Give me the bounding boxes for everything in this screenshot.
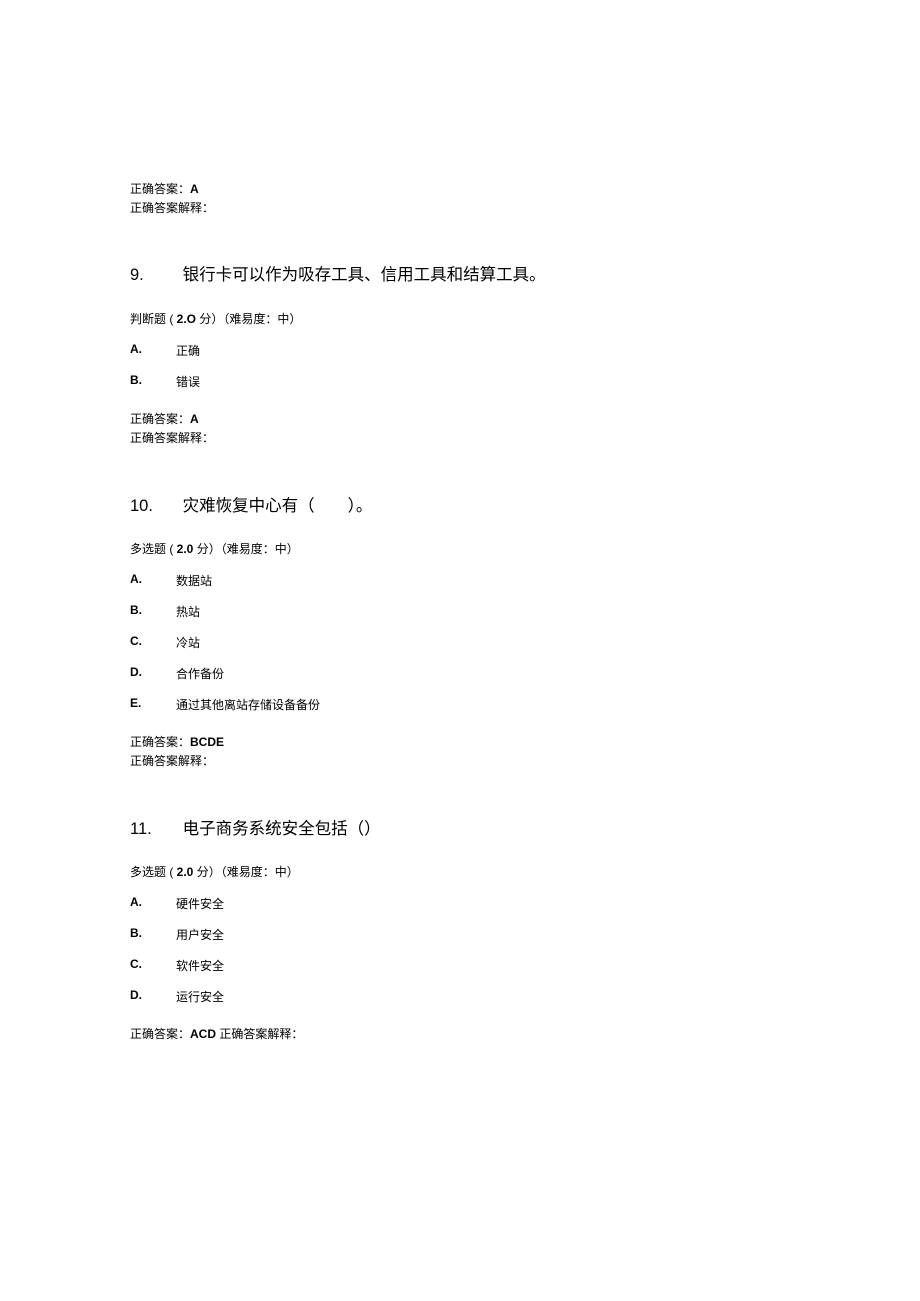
question-11: 11. 电子商务系统安全包括（） 多选题 ( 2.0 分）（难易度：中） A. … <box>130 817 790 1045</box>
question-text: 银行卡可以作为吸存工具、信用工具和结算工具。 <box>183 266 546 284</box>
question-10: 10. 灾难恢复中心有（ ）。 多选题 ( 2.0 分）（难易度：中） A. 数… <box>130 494 790 772</box>
question-meta: 判断题 ( 2.O 分）（难易度：中） <box>130 310 790 327</box>
options-list: A. 硬件安全 B. 用户安全 C. 软件安全 D. 运行安全 <box>130 895 790 1005</box>
document-page: 正确答案：A 正确答案解释： 9. 银行卡可以作为吸存工具、信用工具和结算工具。… <box>0 0 920 1190</box>
option-row: C. 冷站 <box>130 634 790 651</box>
answer-block: 正确答案：BCDE 正确答案解释： <box>130 733 790 771</box>
question-meta: 多选题 ( 2.0 分）（难易度：中） <box>130 540 790 557</box>
explain-prefix: 正确答案解释： <box>130 201 214 215</box>
answer-value: ACD <box>190 1027 216 1041</box>
option-row: D. 合作备份 <box>130 665 790 682</box>
meta-points: 2.0 <box>173 865 196 879</box>
option-text: 用户安全 <box>176 926 224 943</box>
answer-prefix: 正确答案： <box>130 735 190 749</box>
question-number: 10. <box>130 494 178 519</box>
option-row: D. 运行安全 <box>130 988 790 1005</box>
option-letter: E. <box>130 696 176 713</box>
meta-points: 2.O <box>173 312 199 326</box>
question-text: 灾难恢复中心有（ ）。 <box>183 497 373 515</box>
option-letter: B. <box>130 926 176 943</box>
option-text: 软件安全 <box>176 957 224 974</box>
option-text: 合作备份 <box>176 665 224 682</box>
option-letter: A. <box>130 895 176 912</box>
explain-prefix-inline: 正确答案解释： <box>216 1027 303 1041</box>
option-letter: B. <box>130 373 176 390</box>
question-meta: 多选题 ( 2.0 分）（难易度：中） <box>130 863 790 880</box>
correct-answer-explain-line: 正确答案解释： <box>130 429 790 448</box>
option-text: 正确 <box>176 342 200 359</box>
option-text: 运行安全 <box>176 988 224 1005</box>
option-row: B. 错误 <box>130 373 790 390</box>
option-row: C. 软件安全 <box>130 957 790 974</box>
option-text: 冷站 <box>176 634 200 651</box>
meta-suffix: 分）（难易度：中） <box>197 865 299 879</box>
answer-block-inline: 正确答案：ACD 正确答案解释： <box>130 1025 790 1044</box>
option-row: A. 数据站 <box>130 572 790 589</box>
option-letter: C. <box>130 957 176 974</box>
meta-open: 多选题 ( <box>130 542 173 556</box>
question-title: 9. 银行卡可以作为吸存工具、信用工具和结算工具。 <box>130 263 790 288</box>
option-row: B. 用户安全 <box>130 926 790 943</box>
question-9: 9. 银行卡可以作为吸存工具、信用工具和结算工具。 判断题 ( 2.O 分）（难… <box>130 263 790 448</box>
option-letter: B. <box>130 603 176 620</box>
explain-prefix: 正确答案解释： <box>130 431 214 445</box>
option-text: 通过其他离站存储设备备份 <box>176 696 320 713</box>
answer-value: A <box>190 182 199 196</box>
question-number: 9. <box>130 263 178 288</box>
meta-suffix: 分）（难易度：中） <box>199 312 301 326</box>
answer-block: 正确答案：A 正确答案解释： <box>130 410 790 448</box>
answer-value: BCDE <box>190 735 224 749</box>
correct-answer-line: 正确答案：A <box>130 410 790 429</box>
correct-answer-explain-line: 正确答案解释： <box>130 199 790 218</box>
correct-answer-explain-line: 正确答案解释： <box>130 752 790 771</box>
answer-prefix: 正确答案： <box>130 1027 190 1041</box>
answer-block-top: 正确答案：A 正确答案解释： <box>130 180 790 218</box>
correct-answer-line: 正确答案：A <box>130 180 790 199</box>
answer-value: A <box>190 412 199 426</box>
option-row: A. 正确 <box>130 342 790 359</box>
explain-prefix: 正确答案解释： <box>130 754 214 768</box>
meta-points: 2.0 <box>173 542 196 556</box>
option-letter: A. <box>130 342 176 359</box>
option-letter: D. <box>130 988 176 1005</box>
meta-suffix: 分）（难易度：中） <box>197 542 299 556</box>
option-text: 热站 <box>176 603 200 620</box>
option-row: A. 硬件安全 <box>130 895 790 912</box>
question-number: 11. <box>130 817 178 842</box>
question-title: 11. 电子商务系统安全包括（） <box>130 817 790 842</box>
meta-open: 判断题 ( <box>130 312 173 326</box>
options-list: A. 正确 B. 错误 <box>130 342 790 390</box>
option-text: 错误 <box>176 373 200 390</box>
meta-open: 多选题 ( <box>130 865 173 879</box>
answer-prefix: 正确答案： <box>130 182 190 196</box>
option-text: 硬件安全 <box>176 895 224 912</box>
option-letter: A. <box>130 572 176 589</box>
options-list: A. 数据站 B. 热站 C. 冷站 D. 合作备份 E. 通过其他离站存储设备… <box>130 572 790 713</box>
option-row: E. 通过其他离站存储设备备份 <box>130 696 790 713</box>
question-text: 电子商务系统安全包括（） <box>183 820 381 838</box>
option-letter: C. <box>130 634 176 651</box>
question-title: 10. 灾难恢复中心有（ ）。 <box>130 494 790 519</box>
option-row: B. 热站 <box>130 603 790 620</box>
answer-prefix: 正确答案： <box>130 412 190 426</box>
option-letter: D. <box>130 665 176 682</box>
correct-answer-line: 正确答案：BCDE <box>130 733 790 752</box>
option-text: 数据站 <box>176 572 212 589</box>
